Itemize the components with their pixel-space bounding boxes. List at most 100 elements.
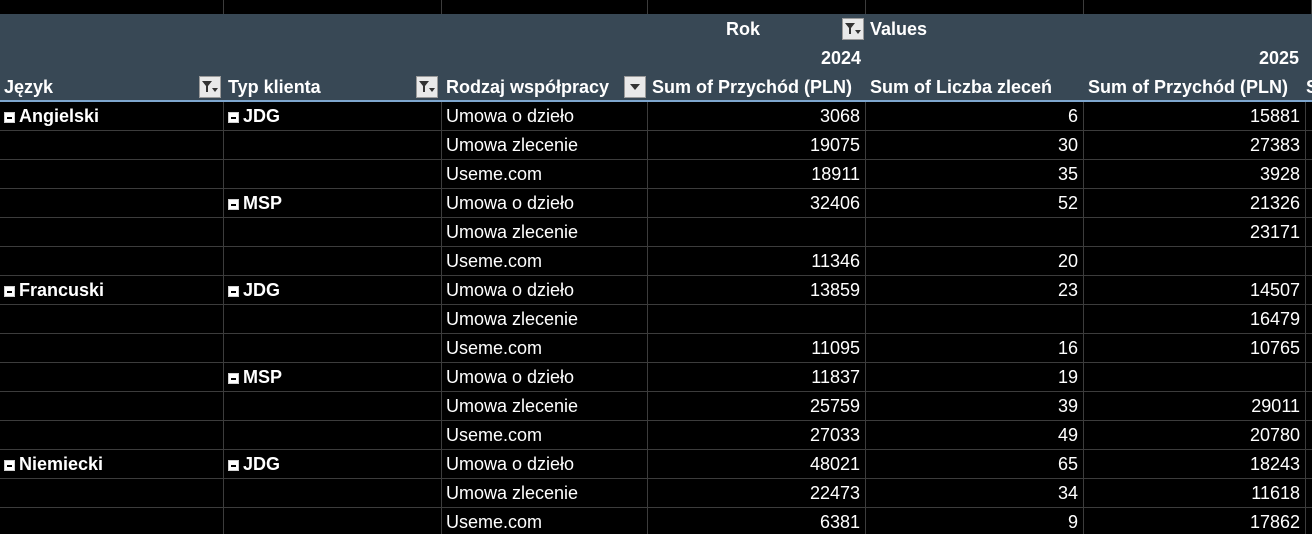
cooperation-type-cell[interactable]: Umowa zlecenie (442, 305, 648, 334)
language-cell[interactable]: Angielski (0, 102, 224, 131)
revenue-2025-cell[interactable]: 23171 (1084, 218, 1306, 247)
row-header-typ-klienta[interactable]: Typ klienta (224, 73, 414, 102)
revenue-2024-cell[interactable]: 27033 (648, 421, 866, 450)
overflow-cell[interactable] (1306, 363, 1312, 392)
overflow-cell[interactable] (1306, 479, 1312, 508)
collapse-minus-icon[interactable] (228, 373, 239, 384)
cooperation-type-cell[interactable]: Umowa zlecenie (442, 479, 648, 508)
collapse-minus-icon[interactable] (228, 199, 239, 210)
client-type-cell[interactable] (224, 479, 442, 508)
revenue-2025-cell[interactable]: 27383 (1084, 131, 1306, 160)
value-header-przychod-2024[interactable]: Sum of Przychód (PLN) (648, 73, 866, 102)
revenue-2024-cell[interactable]: 19075 (648, 131, 866, 160)
language-cell[interactable] (0, 508, 224, 534)
overflow-cell[interactable] (1306, 305, 1312, 334)
revenue-2024-cell[interactable]: 32406 (648, 189, 866, 218)
cooperation-type-cell[interactable]: Umowa zlecenie (442, 392, 648, 421)
revenue-2025-cell[interactable]: 3928 (1084, 160, 1306, 189)
client-type-cell[interactable]: JDG (224, 276, 442, 305)
column-field-label[interactable]: Rok (648, 15, 838, 44)
values-label[interactable]: Values (866, 15, 1084, 44)
orders-2024-cell[interactable]: 65 (866, 450, 1084, 479)
language-cell[interactable] (0, 421, 224, 450)
client-type-cell[interactable] (224, 247, 442, 276)
client-type-cell[interactable] (224, 421, 442, 450)
value-header-przychod-2025[interactable]: Sum of Przychód (PLN) (1084, 73, 1306, 102)
collapse-minus-icon[interactable] (228, 460, 239, 471)
orders-2024-cell[interactable]: 23 (866, 276, 1084, 305)
orders-2024-cell[interactable] (866, 218, 1084, 247)
cooperation-type-cell[interactable]: Useme.com (442, 160, 648, 189)
collapse-minus-icon[interactable] (4, 460, 15, 471)
orders-2024-cell[interactable]: 20 (866, 247, 1084, 276)
language-cell[interactable] (0, 479, 224, 508)
overflow-cell[interactable] (1306, 247, 1312, 276)
blank-cell[interactable] (866, 0, 1084, 14)
blank-cell[interactable] (224, 0, 442, 14)
client-type-cell[interactable] (224, 218, 442, 247)
row-header-jezyk[interactable]: Język (0, 73, 196, 102)
overflow-cell[interactable] (1306, 102, 1312, 131)
revenue-2025-cell[interactable]: 21326 (1084, 189, 1306, 218)
blank-cell[interactable] (1084, 0, 1312, 14)
revenue-2024-cell[interactable]: 3068 (648, 102, 866, 131)
revenue-2025-cell[interactable]: 10765 (1084, 334, 1306, 363)
overflow-cell[interactable] (1306, 131, 1312, 160)
value-header-partial[interactable]: S (1304, 73, 1312, 102)
revenue-2025-cell[interactable] (1084, 363, 1306, 392)
orders-2024-cell[interactable]: 49 (866, 421, 1084, 450)
revenue-2024-cell[interactable]: 11346 (648, 247, 866, 276)
collapse-minus-icon[interactable] (4, 286, 15, 297)
rodzaj-filter-button[interactable] (624, 76, 646, 98)
language-cell[interactable] (0, 392, 224, 421)
cooperation-type-cell[interactable]: Umowa zlecenie (442, 131, 648, 160)
client-type-cell[interactable] (224, 334, 442, 363)
orders-2024-cell[interactable]: 9 (866, 508, 1084, 534)
client-type-cell[interactable] (224, 131, 442, 160)
typ-klienta-filter-button[interactable] (416, 76, 438, 98)
cooperation-type-cell[interactable]: Umowa o dzieło (442, 189, 648, 218)
revenue-2024-cell[interactable]: 6381 (648, 508, 866, 534)
cooperation-type-cell[interactable]: Umowa o dzieło (442, 102, 648, 131)
revenue-2024-cell[interactable]: 11837 (648, 363, 866, 392)
client-type-cell[interactable]: JDG (224, 102, 442, 131)
orders-2024-cell[interactable]: 34 (866, 479, 1084, 508)
overflow-cell[interactable] (1306, 508, 1312, 534)
language-cell[interactable] (0, 363, 224, 392)
client-type-cell[interactable] (224, 305, 442, 334)
client-type-cell[interactable] (224, 160, 442, 189)
revenue-2025-cell[interactable]: 15881 (1084, 102, 1306, 131)
client-type-cell[interactable] (224, 508, 442, 534)
language-cell[interactable]: Niemiecki (0, 450, 224, 479)
language-cell[interactable] (0, 334, 224, 363)
cooperation-type-cell[interactable]: Useme.com (442, 247, 648, 276)
revenue-2024-cell[interactable]: 18911 (648, 160, 866, 189)
value-header-liczba-zlecen-2024[interactable]: Sum of Liczba zleceń (866, 73, 1084, 102)
revenue-2025-cell[interactable]: 11618 (1084, 479, 1306, 508)
overflow-cell[interactable] (1306, 334, 1312, 363)
orders-2024-cell[interactable] (866, 305, 1084, 334)
overflow-cell[interactable] (1306, 276, 1312, 305)
revenue-2024-cell[interactable]: 13859 (648, 276, 866, 305)
orders-2024-cell[interactable]: 6 (866, 102, 1084, 131)
blank-cell[interactable] (648, 0, 866, 14)
client-type-cell[interactable] (224, 392, 442, 421)
revenue-2025-cell[interactable]: 17862 (1084, 508, 1306, 534)
language-cell[interactable] (0, 218, 224, 247)
orders-2024-cell[interactable]: 35 (866, 160, 1084, 189)
language-cell[interactable]: Francuski (0, 276, 224, 305)
blank-cell[interactable] (442, 0, 648, 14)
cooperation-type-cell[interactable]: Useme.com (442, 421, 648, 450)
orders-2024-cell[interactable]: 19 (866, 363, 1084, 392)
cooperation-type-cell[interactable]: Umowa o dzieło (442, 276, 648, 305)
overflow-cell[interactable] (1306, 450, 1312, 479)
jezyk-filter-button[interactable] (199, 76, 221, 98)
overflow-cell[interactable] (1306, 392, 1312, 421)
row-header-rodzaj-wspolpracy[interactable]: Rodzaj współpracy (442, 73, 622, 102)
language-cell[interactable] (0, 305, 224, 334)
revenue-2025-cell[interactable]: 18243 (1084, 450, 1306, 479)
cooperation-type-cell[interactable]: Umowa o dzieło (442, 450, 648, 479)
orders-2024-cell[interactable]: 30 (866, 131, 1084, 160)
collapse-minus-icon[interactable] (228, 112, 239, 123)
language-cell[interactable] (0, 131, 224, 160)
